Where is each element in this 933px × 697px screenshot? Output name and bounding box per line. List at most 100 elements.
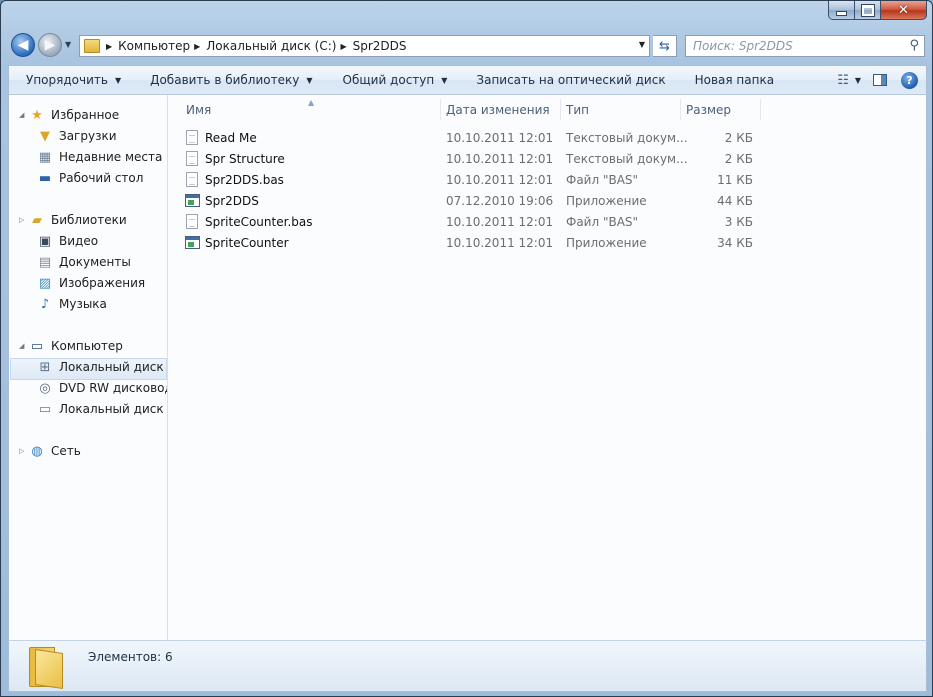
file-name: Spr2DDS.bas xyxy=(205,172,284,187)
refresh-button[interactable]: ⇆ xyxy=(653,35,677,57)
text-file-icon xyxy=(186,130,198,145)
file-name-cell: Spr Structure xyxy=(186,148,285,169)
caption-buttons: ✕ xyxy=(828,1,927,20)
file-type: Приложение xyxy=(566,193,647,208)
minimize-icon xyxy=(836,10,847,16)
nav-item-local-disk-k[interactable]: ▭ Локальный диск (K xyxy=(37,399,167,419)
file-row[interactable]: SpriteCounter.bas 10.10.2011 12:01 Файл … xyxy=(168,211,768,232)
file-type: Приложение xyxy=(566,235,647,250)
nav-item-dvd-drive[interactable]: ◎ DVD RW дисковод ( xyxy=(37,378,167,398)
nav-item-recent-places[interactable]: ▦ Недавние места xyxy=(37,147,163,167)
include-in-library-label: Добавить в библиотеку xyxy=(150,73,300,87)
close-button[interactable]: ✕ xyxy=(881,1,927,20)
new-folder-button[interactable]: Новая папка xyxy=(675,66,783,94)
search-input[interactable] xyxy=(693,39,893,53)
expand-arrow-icon[interactable]: ◢ xyxy=(19,111,29,119)
column-header-type[interactable]: Тип xyxy=(561,99,681,120)
column-label: Имя xyxy=(186,102,212,117)
nav-item-downloads[interactable]: ▼ Загрузки xyxy=(37,126,117,146)
nav-item-label: Загрузки xyxy=(59,129,117,143)
column-label: Дата изменения xyxy=(446,102,550,117)
chevron-right-icon[interactable]: ▶ xyxy=(340,42,346,51)
nav-item-local-disk-c[interactable]: ⊞ Локальный диск (C xyxy=(37,357,167,377)
file-date: 10.10.2011 12:01 xyxy=(446,130,554,145)
view-options-icon[interactable]: ☷ xyxy=(833,73,853,88)
nav-item-pictures[interactable]: ▨ Изображения xyxy=(37,273,145,293)
file-type: Файл "BAS" xyxy=(566,214,639,229)
search-box: ⚲ xyxy=(685,35,925,57)
address-dropdown-button[interactable]: ▼ xyxy=(639,40,645,49)
chevron-down-icon: ▼ xyxy=(441,75,448,85)
include-in-library-button[interactable]: Добавить в библиотеку ▼ xyxy=(130,66,321,94)
breadcrumb-local-disk[interactable]: Локальный диск (C:) xyxy=(206,39,336,53)
recent-pages-button[interactable]: ▼ xyxy=(65,40,71,49)
burn-button[interactable]: Записать на оптический диск xyxy=(456,66,674,94)
file-name: SpriteCounter.bas xyxy=(205,214,313,229)
breadcrumb-label: Компьютер xyxy=(118,39,191,53)
file-row[interactable]: Read Me 10.10.2011 12:01 Текстовый докум… xyxy=(168,127,768,148)
maximize-icon xyxy=(860,3,875,17)
file-date: 10.10.2011 12:01 xyxy=(446,235,554,250)
expand-arrow-icon[interactable]: ▷ xyxy=(19,216,29,224)
file-row[interactable]: Spr2DDS.bas 10.10.2011 12:01 Файл "BAS" … xyxy=(168,169,768,190)
new-folder-label: Новая папка xyxy=(694,73,775,87)
nav-group-favorites[interactable]: ◢ ★ Избранное xyxy=(19,105,119,125)
maximize-button[interactable] xyxy=(855,1,881,20)
back-button[interactable]: ◀ xyxy=(11,33,35,57)
music-icon: ♪ xyxy=(40,296,50,312)
nav-item-music[interactable]: ♪ Музыка xyxy=(37,294,107,314)
minimize-button[interactable] xyxy=(828,1,855,20)
application-icon xyxy=(185,194,200,207)
refresh-icon: ⇆ xyxy=(659,38,670,54)
items-count: Элементов: 6 xyxy=(88,650,173,664)
nav-item-documents[interactable]: ▤ Документы xyxy=(37,252,131,272)
column-header-size[interactable]: Размер xyxy=(681,99,761,120)
file-name-cell: Spr2DDS xyxy=(185,190,259,211)
file-size: 3 КБ xyxy=(724,214,753,229)
nav-item-label: Музыка xyxy=(59,297,107,311)
address-bar[interactable]: ▶ Компьютер ▶ Локальный диск (C:) ▶ Spr2… xyxy=(79,35,650,57)
file-name: SpriteCounter xyxy=(205,235,289,250)
file-name-cell: SpriteCounter xyxy=(185,232,289,253)
windows-drive-icon: ⊞ xyxy=(39,359,51,375)
application-icon xyxy=(185,236,200,249)
video-icon: ▣ xyxy=(38,233,52,249)
forward-button[interactable]: ▶ xyxy=(38,33,62,57)
preview-pane-icon[interactable] xyxy=(873,74,887,86)
nav-item-label: Рабочий стол xyxy=(59,171,144,185)
nav-item-label: Документы xyxy=(59,255,131,269)
star-icon: ★ xyxy=(31,107,43,123)
nav-group-computer[interactable]: ◢ ▭ Компьютер xyxy=(19,336,123,356)
file-size: 2 КБ xyxy=(724,151,753,166)
nav-item-label: Видео xyxy=(59,234,99,248)
pictures-icon: ▨ xyxy=(38,275,52,291)
computer-icon: ▭ xyxy=(30,338,44,354)
file-row[interactable]: SpriteCounter 10.10.2011 12:01 Приложени… xyxy=(168,232,768,253)
breadcrumb-current-folder[interactable]: Spr2DDS xyxy=(353,39,407,53)
file-date: 10.10.2011 12:01 xyxy=(446,151,554,166)
file-row[interactable]: Spr2DDS 07.12.2010 19:06 Приложение 44 К… xyxy=(168,190,768,211)
nav-item-video[interactable]: ▣ Видео xyxy=(37,231,98,251)
share-with-button[interactable]: Общий доступ ▼ xyxy=(322,66,457,94)
search-icon[interactable]: ⚲ xyxy=(909,38,919,53)
file-size: 34 КБ xyxy=(717,235,753,250)
file-row[interactable]: Spr Structure 10.10.2011 12:01 Текстовый… xyxy=(168,148,768,169)
recent-places-icon: ▦ xyxy=(38,149,52,165)
chevron-right-icon[interactable]: ▶ xyxy=(194,42,200,51)
nav-group-libraries[interactable]: ▷ ▰ Библиотеки xyxy=(19,210,127,230)
chevron-right-icon[interactable]: ▶ xyxy=(106,42,112,51)
expand-arrow-icon[interactable]: ▷ xyxy=(19,447,29,455)
column-header-name[interactable]: Имя ▲ xyxy=(168,98,441,120)
expand-arrow-icon[interactable]: ◢ xyxy=(19,342,29,350)
chevron-down-icon[interactable]: ▼ xyxy=(855,76,861,85)
organize-button[interactable]: Упорядочить ▼ xyxy=(9,66,130,94)
file-size: 11 КБ xyxy=(717,172,753,187)
nav-item-label: Недавние места xyxy=(59,150,163,164)
nav-group-label: Сеть xyxy=(51,444,81,458)
nav-group-network[interactable]: ▷ ◍ Сеть xyxy=(19,441,81,461)
help-icon[interactable]: ? xyxy=(901,71,918,89)
nav-item-desktop[interactable]: ▬ Рабочий стол xyxy=(37,168,144,188)
column-header-date[interactable]: Дата изменения xyxy=(441,99,561,120)
breadcrumb-computer[interactable]: Компьютер xyxy=(118,39,190,53)
nav-group-label: Компьютер xyxy=(51,339,123,353)
